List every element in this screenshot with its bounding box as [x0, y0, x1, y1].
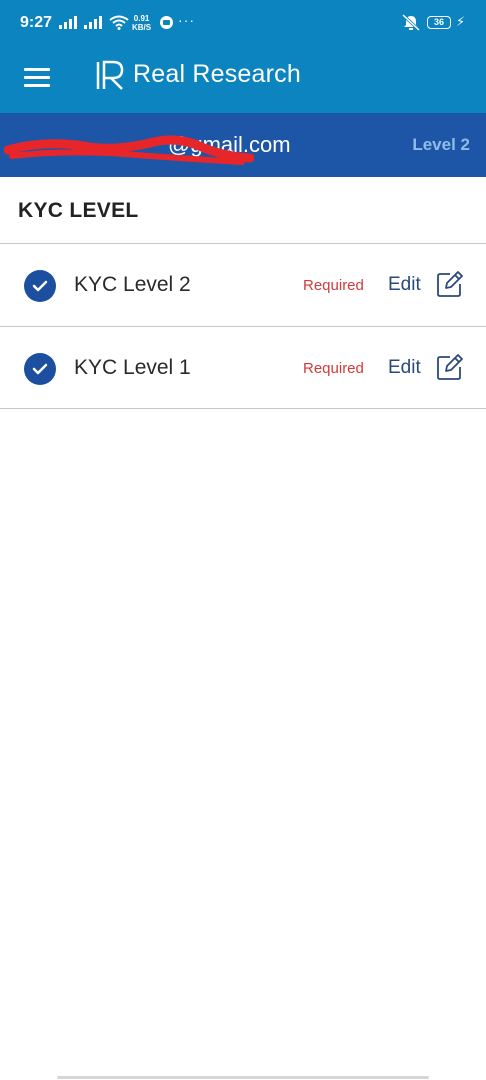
network-speed: 0.91 KB/S [132, 14, 151, 32]
kyc-section-title: KYC LEVEL [18, 199, 139, 222]
network-speed-value: 0.91 [133, 14, 150, 23]
kyc-status-badge: Required [303, 360, 364, 377]
kyc-status-badge: Required [303, 277, 364, 294]
kyc-level-label: KYC Level 1 [74, 356, 191, 379]
real-research-logo-icon [96, 60, 124, 90]
edit-pencil-icon[interactable] [436, 270, 464, 298]
status-bar: 9:27 0.91 KB/S ··· 36 ⚡ [0, 0, 486, 46]
network-speed-unit: KB/S [132, 23, 152, 32]
check-circle-icon [24, 353, 56, 385]
kyc-row-level-2[interactable]: KYC Level 2 Required Edit [0, 244, 486, 326]
kyc-row-level-1[interactable]: KYC Level 1 Required Edit [0, 327, 486, 409]
divider [0, 408, 486, 409]
redaction-mark [4, 135, 254, 165]
battery-icon: 36 [427, 16, 451, 29]
signal-icon [59, 16, 77, 29]
account-level-badge: Level 2 [412, 135, 470, 154]
app-title: Real Research [133, 60, 301, 88]
signal-icon [84, 16, 102, 29]
status-time: 9:27 [20, 14, 53, 31]
edit-pencil-icon[interactable] [436, 353, 464, 381]
wifi-icon [109, 15, 129, 30]
app-bar: Real Research [0, 46, 486, 113]
edit-button[interactable]: Edit [388, 274, 421, 296]
navigation-gesture-bar [57, 1076, 429, 1079]
edit-button[interactable]: Edit [388, 357, 421, 379]
kyc-level-label: KYC Level 2 [74, 273, 191, 296]
charging-icon: ⚡ [456, 14, 466, 29]
check-circle-icon [24, 270, 56, 302]
messenger-icon [160, 16, 173, 29]
hamburger-menu-icon[interactable] [24, 66, 52, 88]
more-notifications-icon: ··· [178, 12, 195, 28]
mute-icon [402, 14, 420, 31]
